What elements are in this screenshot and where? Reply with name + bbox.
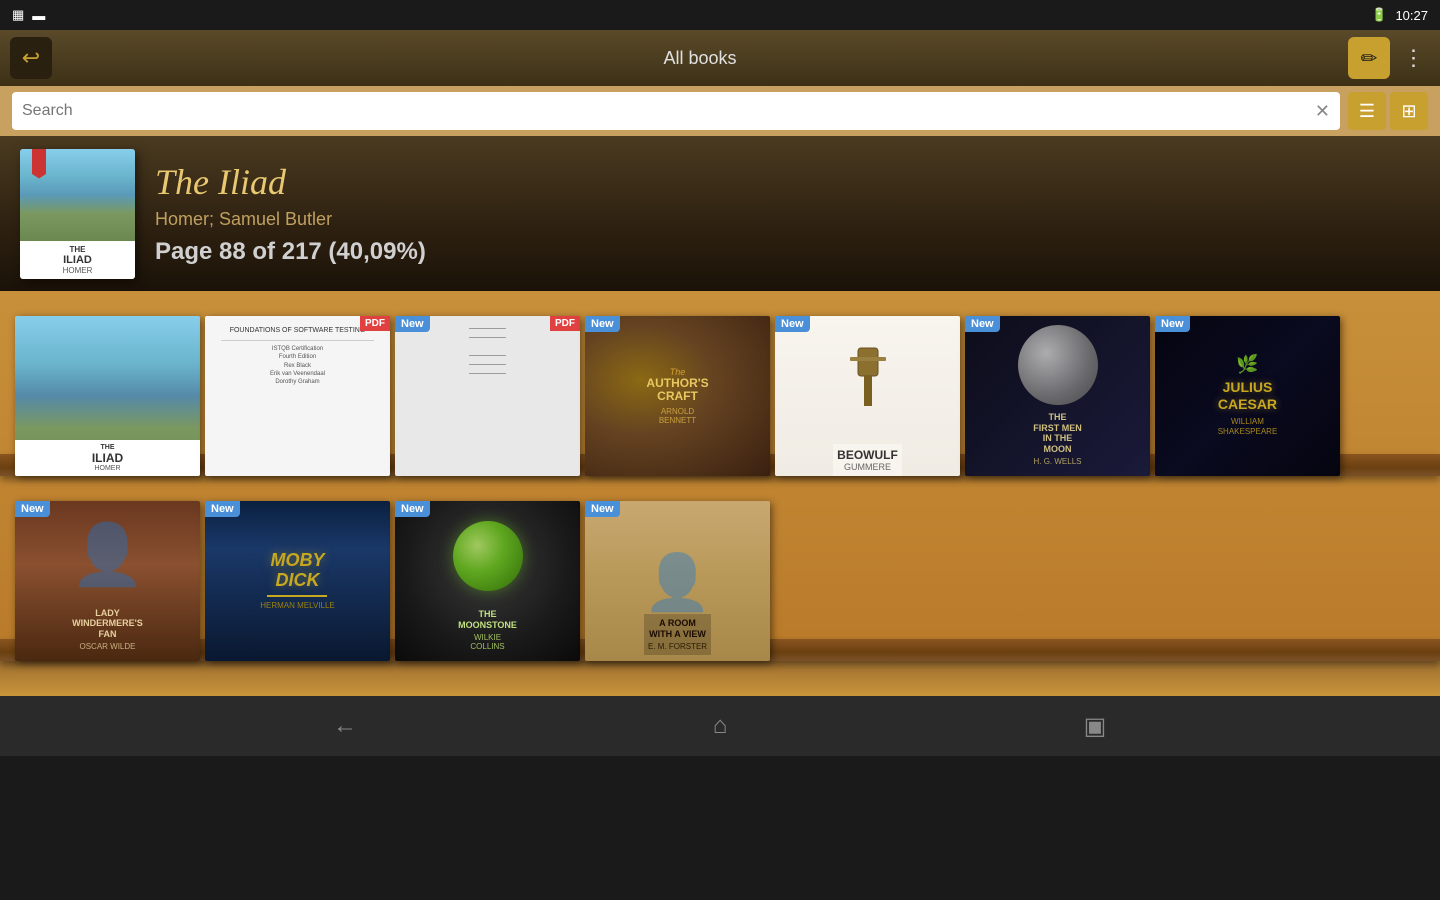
new-badge-authors-craft: New (585, 316, 620, 332)
new-badge-julius-caesar: New (1155, 316, 1190, 332)
nav-home-icon: ⌂ (713, 712, 728, 740)
top-bar: ↩ All books ✏ ⋮ (0, 30, 1440, 86)
page-title: All books (62, 48, 1338, 69)
top-actions: ✏ ⋮ (1348, 37, 1430, 79)
new-badge-room: New (585, 501, 620, 517)
book-julius-caesar[interactable]: New 🌿 JULIUSCAESAR WILLIAMSHAKESPEARE (1155, 316, 1340, 476)
book-lady-windermeres[interactable]: New 👤 LADYWINDERMERE'SFAN OSCAR WILDE (15, 501, 200, 661)
list-view-button[interactable]: ☰ (1348, 92, 1386, 130)
new-badge-lady: New (15, 501, 50, 517)
nav-home-button[interactable]: ⌂ (690, 706, 750, 746)
time-display: 10:27 (1395, 8, 1428, 23)
shelf-row-2: New 👤 LADYWINDERMERE'SFAN OSCAR WILDE Ne… (0, 476, 1440, 661)
current-book-author: Homer; Samuel Butler (155, 209, 1420, 230)
pdf-badge-foundations: PDF (360, 316, 390, 331)
shelf-bottom (0, 661, 1440, 696)
search-input-wrap[interactable]: ✕ (12, 92, 1340, 130)
nav-back-button[interactable]: ← (315, 706, 375, 746)
list-view-icon: ☰ (1359, 101, 1375, 122)
book-cover-moonstone: THEMOONSTONE WILKIECOLLINS (395, 501, 580, 661)
back-icon: ↩ (22, 45, 40, 71)
more-icon: ⋮ (1403, 45, 1426, 71)
book-cover-moby-dick: MOBYDICK HERMAN MELVILLE (205, 501, 390, 661)
current-book-info: The Iliad Homer; Samuel Butler Page 88 o… (155, 161, 1420, 266)
grid-view-icon: ⊞ (1401, 101, 1416, 122)
battery-icon: 🔋 (1371, 7, 1387, 23)
book-moby-dick[interactable]: New MOBYDICK HERMAN MELVILLE (205, 501, 390, 661)
back-button[interactable]: ↩ (10, 37, 52, 79)
signal-icon: ▬ (32, 8, 45, 23)
new-badge-first-men: New (965, 316, 1000, 332)
book-foundations[interactable]: PDF FOUNDATIONS OF SOFTWARE TESTING ISTQ… (205, 316, 390, 476)
foundations-title: FOUNDATIONS OF SOFTWARE TESTING (230, 326, 366, 336)
book-iliad[interactable]: THE ILIAD HOMER (15, 316, 200, 476)
bookshelf: THE ILIAD HOMER PDF FOUNDATIONS OF SOFTW… (0, 291, 1440, 696)
current-book-banner[interactable]: THE ILIAD HOMER The Iliad Homer; Samuel … (0, 136, 1440, 291)
more-button[interactable]: ⋮ (1398, 37, 1430, 79)
search-clear-button[interactable]: ✕ (1315, 101, 1330, 122)
foundations-subtitle: ISTQB CertificationFourth EditionRex Bla… (270, 345, 325, 387)
view-toggle: ☰ ⊞ (1348, 92, 1428, 130)
cover-title-line1: THE (24, 245, 131, 254)
pdf-badge-unknown: PDF (550, 316, 580, 331)
nav-recent-button[interactable]: ▣ (1065, 706, 1125, 746)
book-cover-authors-craft: The AUTHOR'SCRAFT ARNOLDBENNETT (585, 316, 770, 476)
shelf-row-1: THE ILIAD HOMER PDF FOUNDATIONS OF SOFTW… (0, 291, 1440, 476)
current-book-cover: THE ILIAD HOMER (20, 149, 135, 279)
status-right-icons: 🔋 10:27 (1371, 7, 1428, 23)
book-first-men[interactable]: New THEFIRST MENIN THEMOON H. G. WELLS (965, 316, 1150, 476)
book-unknown-pdf[interactable]: New PDF ______________________ _________… (395, 316, 580, 476)
cover-title-line2: ILIAD (24, 254, 131, 266)
search-input[interactable] (22, 102, 1315, 120)
bookmark-icon (32, 149, 46, 179)
book-cover-beowulf: BEOWULF GUMMERE (775, 316, 960, 476)
cover-white-strip: THE ILIAD HOMER (20, 241, 135, 279)
book-cover-foundations: FOUNDATIONS OF SOFTWARE TESTING ISTQB Ce… (205, 316, 390, 476)
grid-view-button[interactable]: ⊞ (1390, 92, 1428, 130)
book-cover-iliad: THE ILIAD HOMER (15, 316, 200, 476)
nav-bar: ← ⌂ ▣ (0, 696, 1440, 756)
book-cover-lady: 👤 LADYWINDERMERE'SFAN OSCAR WILDE (15, 501, 200, 661)
search-bar: ✕ ☰ ⊞ (0, 86, 1440, 136)
cover-author-sm: HOMER (24, 266, 131, 275)
current-book-progress: Page 88 of 217 (40,09%) (155, 238, 1420, 266)
book-cover-julius-caesar: 🌿 JULIUSCAESAR WILLIAMSHAKESPEARE (1155, 316, 1340, 476)
nav-recent-icon: ▣ (1084, 712, 1107, 741)
status-bar: ▦ ▬ 🔋 10:27 (0, 0, 1440, 30)
book-beowulf[interactable]: New BEOWULF GUMMERE (775, 316, 960, 476)
status-left-icons: ▦ ▬ (12, 7, 45, 23)
book-moonstone[interactable]: New THEMOONSTONE WILKIECOLLINS (395, 501, 580, 661)
book-cover-unknown: ______________________ _________________… (395, 316, 580, 476)
book-cover-room: 👤 A ROOMWITH A VIEW E. M. FORSTER (585, 501, 770, 661)
book-cover-first-men: THEFIRST MENIN THEMOON H. G. WELLS (965, 316, 1150, 476)
edit-icon: ✏ (1361, 46, 1378, 71)
new-badge-beowulf: New (775, 316, 810, 332)
new-badge-unknown: New (395, 316, 430, 332)
book-authors-craft[interactable]: New The AUTHOR'SCRAFT ARNOLDBENNETT (585, 316, 770, 476)
current-book-title: The Iliad (155, 161, 1420, 203)
new-badge-moby-dick: New (205, 501, 240, 517)
edit-button[interactable]: ✏ (1348, 37, 1390, 79)
grid-status-icon: ▦ (12, 7, 24, 23)
new-badge-moonstone: New (395, 501, 430, 517)
nav-back-icon: ← (333, 712, 357, 740)
book-room-with-view[interactable]: New 👤 A ROOMWITH A VIEW E. M. FORSTER (585, 501, 770, 661)
